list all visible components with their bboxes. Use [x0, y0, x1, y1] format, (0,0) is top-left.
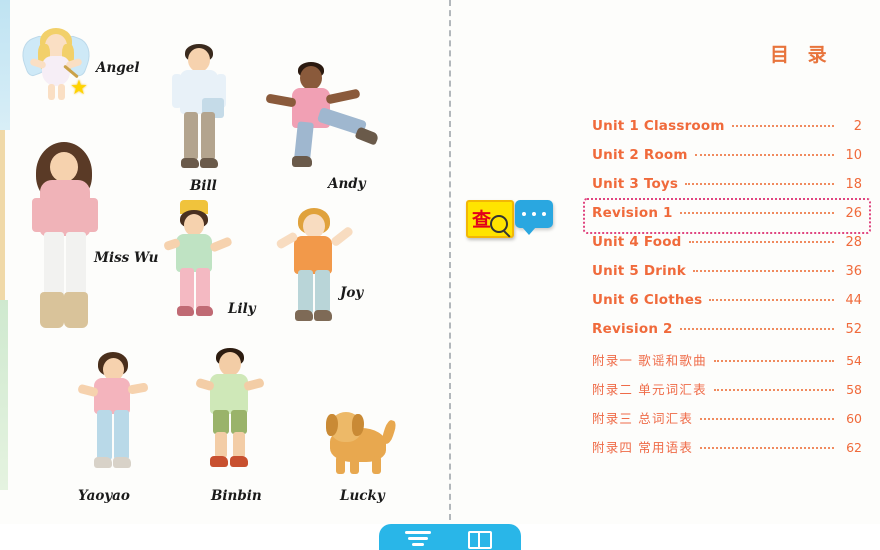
page-edge-strip-middle [0, 130, 5, 300]
toc-leader-dots [713, 360, 834, 362]
chat-bubble-badge[interactable] [515, 200, 553, 235]
toc-entry-label: Unit 4 Food [592, 234, 682, 250]
angel-wand-star: ★ [70, 77, 88, 99]
toc-page-number: 60 [846, 411, 862, 426]
toc-page-number: 54 [846, 353, 862, 368]
bottom-bar [0, 524, 880, 550]
book-spread: ★ Angel Bill Andy Miss Wu Lily Joy Yaoya… [0, 0, 880, 550]
toc-leader-dots [700, 447, 834, 449]
toc-page-number: 62 [846, 440, 862, 455]
character-name-binbin: Binbin [211, 488, 262, 504]
toc-entry-appendix-3[interactable]: 附录三 总词汇表 60 [592, 408, 862, 437]
toc-entry-unit-6-clothes[interactable]: Unit 6 Clothes 44 [592, 292, 862, 321]
page-edge-strip-top [0, 0, 10, 130]
toc-leader-dots [685, 183, 834, 185]
toc-entry-unit-4-food[interactable]: Unit 4 Food 28 [592, 234, 862, 263]
selection-highlight-revision-1 [583, 198, 871, 234]
character-name-bill: Bill [190, 178, 217, 194]
toc-entry-label: 附录四 常用语表 [592, 440, 694, 455]
character-name-andy: Andy [328, 176, 366, 192]
character-name-miss-wu: Miss Wu [94, 250, 159, 266]
toc-entry-label: Unit 2 Room [592, 147, 688, 163]
toc-leader-dots [700, 418, 834, 420]
toc-leader-dots [679, 328, 834, 330]
toc-entry-label: 附录二 单元词汇表 [592, 382, 707, 397]
character-name-joy: Joy [340, 285, 364, 301]
toc-entry-label: Unit 6 Clothes [592, 292, 703, 308]
toc-entry-unit-1-classroom[interactable]: Unit 1 Classroom 2 [592, 118, 862, 147]
toc-page-number: 28 [845, 235, 862, 250]
toc-page-number: 58 [846, 382, 862, 397]
toc-entry-label: Revision 2 [592, 321, 673, 337]
toc-entry-label: 附录一 歌谣和歌曲 [592, 353, 707, 368]
character-name-yaoyao: Yaoyao [78, 488, 130, 504]
toc-leader-dots [709, 299, 834, 301]
toc-leader-dots [713, 389, 834, 391]
toc-entry-appendix-2[interactable]: 附录二 单元词汇表 58 [592, 379, 862, 408]
toc-leader-dots [688, 241, 834, 243]
book-gutter [449, 0, 453, 520]
toc-entry-unit-5-drink[interactable]: Unit 5 Drink 36 [592, 263, 862, 292]
toc-page-number: 36 [845, 264, 862, 279]
toc-entry-label: 附录三 总词汇表 [592, 411, 694, 426]
bottom-toolbar-tab[interactable] [379, 524, 521, 550]
toc-entry-unit-2-room[interactable]: Unit 2 Room 10 [592, 147, 862, 176]
search-badge[interactable]: 查 [466, 200, 514, 238]
toc-entry-appendix-1[interactable]: 附录一 歌谣和歌曲 54 [592, 350, 862, 379]
toc-page-number: 52 [845, 322, 862, 337]
toc-entry-label: Unit 1 Classroom [592, 118, 725, 134]
toc-page-number: 44 [845, 293, 862, 308]
ellipsis-icon [522, 212, 546, 216]
toc-leader-dots [692, 270, 834, 272]
search-badge-label: 查 [472, 209, 492, 231]
toc-leader-dots [731, 125, 834, 127]
toc-page-number: 2 [853, 119, 862, 134]
toc-heading: 目 录 [770, 44, 833, 66]
character-name-lily: Lily [228, 301, 256, 317]
toc-leader-dots [694, 154, 834, 156]
toc-entry-label: Unit 5 Drink [592, 263, 686, 279]
book-icon[interactable] [465, 529, 492, 549]
character-name-angel: Angel [96, 60, 140, 76]
toc-page-number: 18 [845, 177, 862, 192]
character-name-lucky: Lucky [340, 488, 385, 504]
page-edge-strip-bottom [0, 300, 8, 490]
sound-waves-icon[interactable] [405, 529, 431, 547]
table-of-contents: Unit 1 Classroom 2 Unit 2 Room 10 Unit 3… [592, 118, 862, 466]
magnifier-icon [490, 215, 508, 233]
toc-entry-label: Unit 3 Toys [592, 176, 679, 192]
toc-entry-revision-2[interactable]: Revision 2 52 [592, 321, 862, 350]
toc-entry-appendix-4[interactable]: 附录四 常用语表 62 [592, 437, 862, 466]
toc-page-number: 10 [845, 148, 862, 163]
